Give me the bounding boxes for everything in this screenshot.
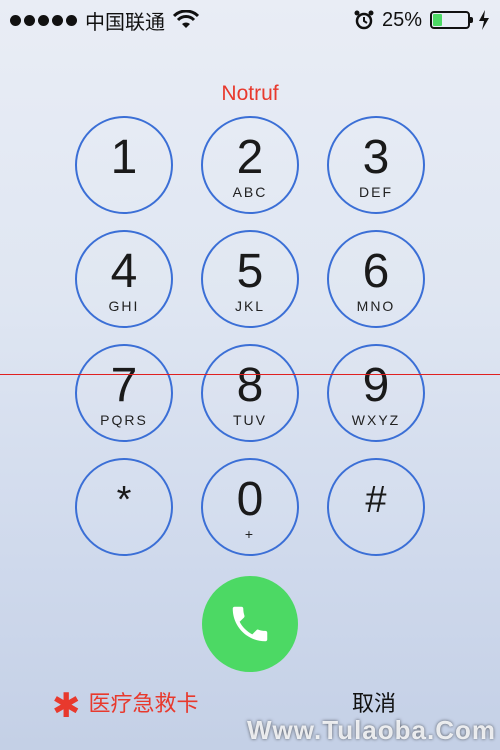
key-digit: 5 bbox=[236, 245, 264, 298]
keypad-key-6[interactable]: 6 MNO bbox=[327, 230, 425, 328]
medical-id-label: 医疗急救卡 bbox=[88, 691, 199, 716]
key-digit: 4 bbox=[110, 245, 138, 298]
key-digit: 0 bbox=[236, 473, 264, 526]
call-button[interactable] bbox=[202, 576, 298, 672]
battery-percentage: 25% bbox=[381, 8, 422, 31]
keypad-key-0[interactable]: 0 + bbox=[201, 458, 299, 556]
keypad-key-4[interactable]: 4 GHI bbox=[75, 230, 173, 328]
key-letters: MNO bbox=[356, 298, 396, 314]
keypad-key-3[interactable]: 3 DEF bbox=[327, 116, 425, 214]
emergency-call-label: Notruf bbox=[221, 82, 279, 105]
keypad-key-star[interactable]: * bbox=[75, 458, 173, 556]
cancel-button[interactable]: 取消 bbox=[352, 686, 396, 718]
charging-icon bbox=[479, 10, 489, 30]
key-digit: 6 bbox=[362, 245, 390, 298]
watermark-logo: Www.Tulaoba.Com bbox=[247, 715, 496, 745]
battery-level bbox=[433, 14, 442, 26]
key-digit: * bbox=[116, 479, 132, 521]
wifi-icon bbox=[173, 10, 199, 28]
battery-icon bbox=[430, 11, 473, 29]
keypad-key-1[interactable]: 1 bbox=[75, 116, 173, 214]
keypad-key-5[interactable]: 5 JKL bbox=[201, 230, 299, 328]
key-digit: 1 bbox=[110, 131, 138, 184]
key-letters: ABC bbox=[232, 184, 268, 200]
key-letters: WXYZ bbox=[351, 412, 401, 428]
alarm-icon bbox=[354, 10, 374, 30]
key-digit: 3 bbox=[362, 131, 390, 184]
key-letters: DEF bbox=[359, 184, 393, 200]
keypad-key-9[interactable]: 9 WXYZ bbox=[327, 344, 425, 442]
carrier-name: 中国联通 bbox=[85, 11, 165, 34]
divider-line bbox=[0, 374, 500, 375]
key-letters: GHI bbox=[108, 298, 140, 314]
status-right: 25% bbox=[354, 9, 490, 32]
key-digit: 9 bbox=[362, 359, 390, 412]
key-letters: + bbox=[244, 526, 256, 542]
key-digit: 2 bbox=[236, 131, 264, 184]
key-digit: # bbox=[365, 479, 387, 521]
key-letters: PQRS bbox=[100, 412, 148, 428]
keypad-key-7[interactable]: 7 PQRS bbox=[75, 344, 173, 442]
keypad-key-8[interactable]: 8 TUV bbox=[201, 344, 299, 442]
key-letters: JKL bbox=[234, 298, 266, 314]
keypad-key-2[interactable]: 2 ABC bbox=[201, 116, 299, 214]
medical-id-icon: ✱ bbox=[52, 687, 81, 725]
status-bar: 中国联通 25% bbox=[0, 0, 500, 40]
signal-strength-icon bbox=[10, 14, 77, 26]
phone-icon bbox=[232, 606, 268, 642]
key-digit: 7 bbox=[110, 359, 138, 412]
keypad-key-hash[interactable]: # bbox=[327, 458, 425, 556]
status-left: 中国联通 bbox=[10, 6, 199, 35]
key-digit: 8 bbox=[236, 359, 264, 412]
key-letters: TUV bbox=[233, 412, 267, 428]
medical-id-button[interactable]: ✱ 医疗急救卡 bbox=[52, 686, 199, 725]
